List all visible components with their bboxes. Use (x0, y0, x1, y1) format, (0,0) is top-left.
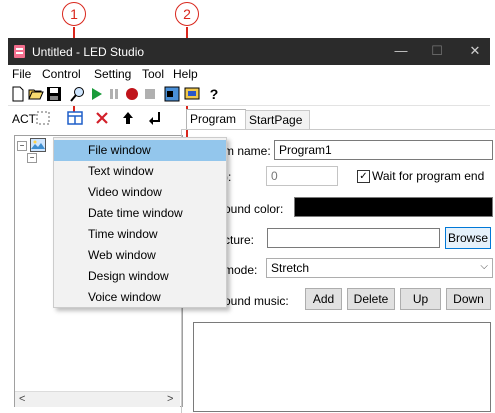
screen-node-icon[interactable] (30, 138, 46, 152)
menu-item-voice-window[interactable]: Voice window (54, 287, 226, 308)
menu-item-design-window[interactable]: Design window (54, 266, 226, 287)
select-icon[interactable] (36, 111, 50, 125)
screen-icon[interactable] (184, 86, 200, 102)
tab-program[interactable]: Program (186, 109, 246, 129)
menu-control[interactable]: Control (42, 67, 81, 81)
music-add-button[interactable]: Add (305, 288, 342, 310)
add-window-icon[interactable] (67, 110, 83, 126)
music-list[interactable] (193, 322, 491, 412)
play-icon[interactable] (88, 86, 104, 102)
move-up-icon[interactable] (121, 111, 135, 125)
tree-child-toggle[interactable]: − (27, 153, 37, 163)
add-window-context-menu: File window Text window Video window Dat… (53, 137, 227, 308)
tab-startpage[interactable]: StartPage (245, 110, 310, 129)
close-button[interactable]: ✕ (460, 41, 490, 61)
program-name-input[interactable]: Program1 (274, 140, 493, 160)
window-title: Untitled - LED Studio (32, 45, 145, 59)
new-icon[interactable] (10, 86, 26, 102)
open-icon[interactable] (28, 86, 44, 102)
background-color-label: ound color: (224, 202, 284, 216)
callout-2: 2 (175, 2, 199, 26)
save-icon[interactable] (46, 86, 62, 102)
menu-item-text-window[interactable]: Text window (54, 161, 226, 182)
title-bar: Untitled - LED Studio — ☐ ✕ (8, 38, 490, 65)
record-icon[interactable] (124, 86, 140, 102)
help-icon[interactable]: ? (206, 86, 222, 102)
delete-icon[interactable] (95, 111, 109, 125)
callout-1: 1 (62, 2, 86, 26)
browse-button[interactable]: Browse (445, 227, 491, 249)
menu-item-date-time-window[interactable]: Date time window (54, 203, 226, 224)
main-toolbar: ? (8, 83, 490, 106)
picture-label: cture: (224, 233, 255, 247)
program-toolbar: ACT (8, 106, 180, 130)
background-color-swatch[interactable] (294, 197, 493, 217)
mode-select[interactable]: Stretch ⌵ (266, 258, 493, 278)
menu-file[interactable]: File (12, 67, 31, 81)
search-icon[interactable] (70, 86, 86, 102)
mode-select-value: Stretch (271, 261, 310, 275)
background-music-label: ound music: (224, 294, 289, 308)
music-delete-button[interactable]: Delete (347, 288, 395, 310)
tree-collapse-toggle[interactable]: − (17, 141, 27, 151)
menu-item-video-window[interactable]: Video window (54, 182, 226, 203)
menu-item-time-window[interactable]: Time window (54, 224, 226, 245)
menu-setting[interactable]: Setting (94, 67, 131, 81)
window-icon[interactable] (164, 86, 180, 102)
menu-bar: File Control Setting Tool Help (8, 65, 490, 83)
wait-checkbox[interactable]: ✓ (357, 170, 370, 183)
menu-item-web-window[interactable]: Web window (54, 245, 226, 266)
maximize-button[interactable]: ☐ (422, 41, 452, 61)
duration-input[interactable]: 0 (266, 166, 338, 186)
minimize-button[interactable]: — (386, 41, 416, 61)
mode-label: mode: (224, 263, 258, 277)
picture-input[interactable] (267, 228, 440, 248)
app-icon (14, 45, 25, 58)
scroll-left-arrow[interactable]: < (19, 393, 25, 405)
pause-icon[interactable] (106, 86, 122, 102)
act-label: ACT (12, 112, 36, 126)
scroll-right-arrow[interactable]: > (167, 393, 173, 405)
tree-horizontal-scrollbar[interactable]: < > (15, 391, 180, 407)
program-name-label: m name: (224, 144, 271, 158)
music-up-button[interactable]: Up (400, 288, 441, 310)
wait-label: Wait for program end (372, 169, 485, 183)
music-down-button[interactable]: Down (446, 288, 491, 310)
move-down-icon[interactable] (148, 111, 162, 125)
chevron-down-icon: ⌵ (480, 261, 488, 272)
menu-item-file-window[interactable]: File window (54, 140, 226, 161)
menu-help[interactable]: Help (173, 67, 198, 81)
menu-tool[interactable]: Tool (142, 67, 164, 81)
stop-icon[interactable] (142, 86, 158, 102)
